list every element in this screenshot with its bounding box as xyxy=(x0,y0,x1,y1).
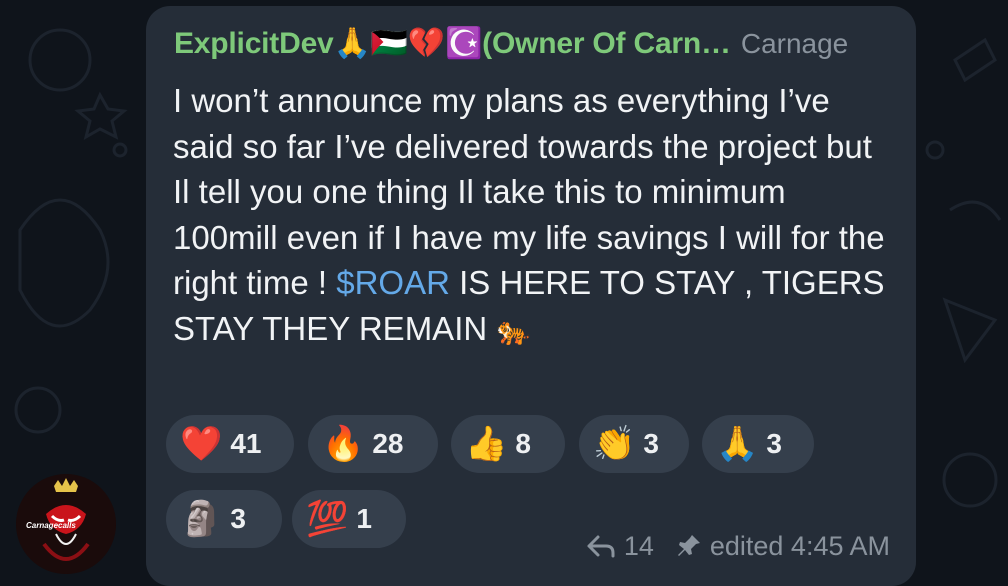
clap-icon: 👏 xyxy=(593,425,636,463)
replies-count: 14 xyxy=(623,530,654,561)
message-text: I won’t announce my plans as everything … xyxy=(173,78,893,353)
reaction-fire[interactable]: 🔥 28 xyxy=(308,415,438,473)
reaction-heart[interactable]: ❤️ 41 xyxy=(166,415,294,473)
avatar-label: Carnagecalls xyxy=(26,521,76,530)
reaction-hundred[interactable]: 💯 1 xyxy=(292,490,406,548)
pray-icon: 🙏 xyxy=(716,425,759,463)
reaction-count: 1 xyxy=(356,503,372,534)
reaction-count: 41 xyxy=(230,428,262,459)
reaction-moai[interactable]: 🗿 3 xyxy=(166,490,282,548)
reaction-pray[interactable]: 🙏 3 xyxy=(702,415,814,473)
sender-name[interactable]: ExplicitDev🙏🇵🇸💔☪️(Owner Of Carn… xyxy=(174,27,731,60)
heart-icon: ❤️ xyxy=(180,425,223,463)
reaction-count: 28 xyxy=(372,428,404,459)
edited-timestamp: edited 4:45 AM xyxy=(709,530,890,561)
reply-arrow-icon xyxy=(587,535,615,558)
reaction-clap[interactable]: 👏 3 xyxy=(579,415,689,473)
thumbs-up-icon: 👍 xyxy=(465,425,508,463)
sender-avatar[interactable]: Carnagecalls xyxy=(16,474,116,574)
moai-icon: 🗿 xyxy=(180,500,223,538)
reaction-count: 8 xyxy=(515,428,531,459)
fire-icon: 🔥 xyxy=(322,425,365,463)
cashtag-link[interactable]: $ROAR xyxy=(336,264,450,301)
replies-button[interactable]: 14 xyxy=(586,531,654,562)
pin-icon xyxy=(677,535,700,556)
reaction-count: 3 xyxy=(766,428,782,459)
hundred-points-icon: 💯 xyxy=(306,500,349,538)
reaction-thumbs-up[interactable]: 👍 8 xyxy=(451,415,565,473)
sender-badge: Carnage xyxy=(740,28,849,59)
message-header: ExplicitDev🙏🇵🇸💔☪️(Owner Of Carn… Carnage xyxy=(174,26,904,66)
message-footer: 14 edited 4:45 AM xyxy=(586,528,890,564)
reaction-count: 3 xyxy=(643,428,659,459)
tiger-emoji: 🐅 xyxy=(496,314,532,346)
reaction-count: 3 xyxy=(230,503,246,534)
